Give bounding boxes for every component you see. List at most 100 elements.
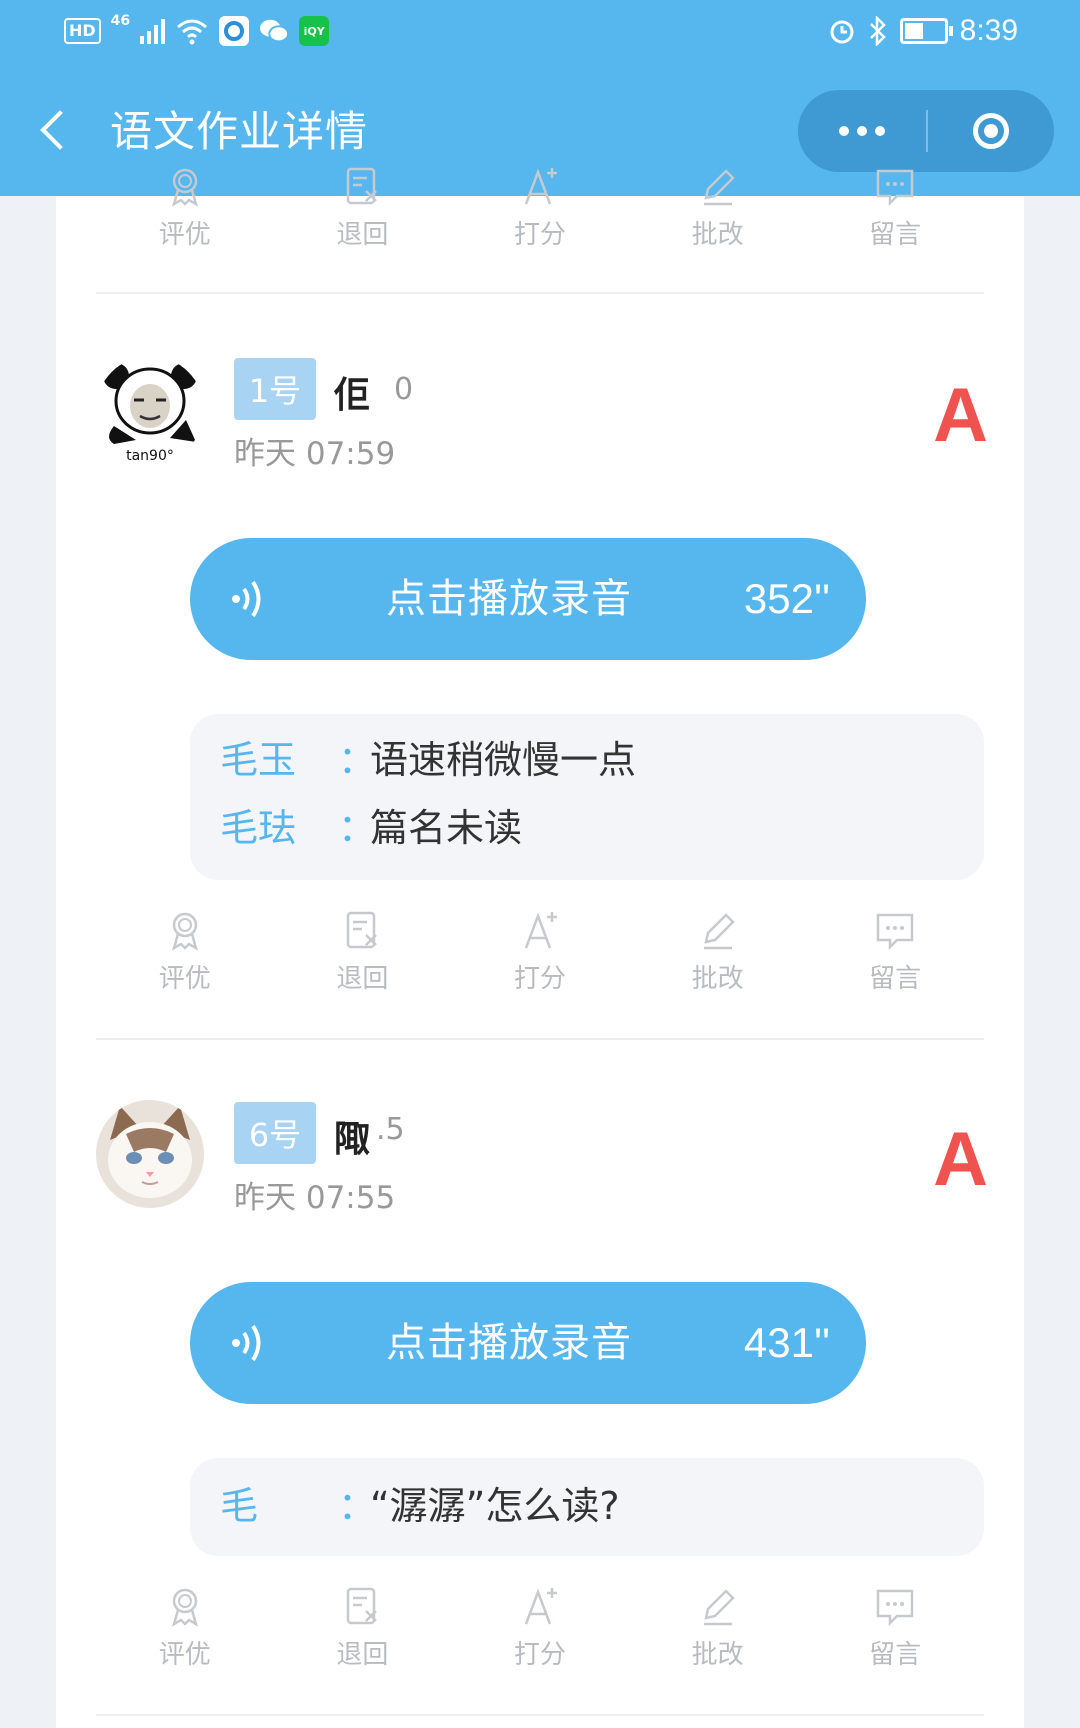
svg-text:tan90°: tan90° xyxy=(126,448,174,464)
score-button[interactable]: 打分 xyxy=(451,164,629,284)
status-bar: HD 46 iQY 8:39 xyxy=(0,0,1080,72)
return-button[interactable]: 退回 xyxy=(274,164,452,284)
comment-button[interactable]: 留言 xyxy=(806,908,984,1028)
score-button[interactable]: 打分 xyxy=(451,908,629,1028)
correct-button[interactable]: 批改 xyxy=(629,164,807,284)
evaluate-button[interactable]: 评优 xyxy=(96,908,274,1028)
score-label: 打分 xyxy=(513,220,566,250)
pencil-icon xyxy=(703,913,735,950)
browser-app-icon xyxy=(219,16,250,46)
hd-indicator: HD xyxy=(64,18,101,44)
alarm-icon xyxy=(830,20,854,44)
sound-wave-icon xyxy=(232,1324,261,1362)
return-doc-icon xyxy=(347,1587,378,1625)
student-name: 佢 xyxy=(334,375,371,416)
section-divider xyxy=(96,1714,984,1716)
score-label: 打分 xyxy=(513,964,566,994)
comment-text: 篇名未读 xyxy=(370,806,523,850)
return-label: 退回 xyxy=(336,964,389,994)
award-icon xyxy=(171,1588,198,1627)
grade-mark: A xyxy=(933,1117,988,1202)
cat-avatar-icon xyxy=(96,1100,204,1208)
return-label: 退回 xyxy=(336,220,389,250)
student-name: 陬 xyxy=(334,1119,371,1160)
score-label: 打分 xyxy=(513,1640,566,1670)
pencil-icon xyxy=(703,169,735,206)
correct-label: 批改 xyxy=(691,1640,744,1670)
wechat-icon xyxy=(259,16,290,46)
panda-avatar-icon: tan90° xyxy=(96,356,204,464)
miniprogram-capsule xyxy=(798,90,1054,172)
correct-label: 批改 xyxy=(691,964,744,994)
network-type: 46 xyxy=(110,13,131,29)
award-icon xyxy=(171,912,198,951)
evaluate-label: 评优 xyxy=(158,964,211,994)
avatar[interactable]: tan90° xyxy=(96,356,204,464)
action-row: 评优 退回 打分 批改 留言 xyxy=(96,908,984,1028)
grade-mark: A xyxy=(933,373,988,458)
grade-a-plus-icon xyxy=(524,912,557,949)
comment-colon: ： xyxy=(338,1484,377,1528)
comment-colon: ： xyxy=(338,806,377,850)
return-button[interactable]: 退回 xyxy=(274,908,452,1028)
return-label: 退回 xyxy=(336,1640,389,1670)
grade-a-plus-icon xyxy=(524,168,557,205)
comment-item: 毛 ：“潺潺”怎么读? xyxy=(220,1476,620,1536)
comment-label: 留言 xyxy=(869,1640,922,1670)
recording-duration: 431'' xyxy=(743,1319,830,1366)
evaluate-label: 评优 xyxy=(158,1640,211,1670)
more-menu-button[interactable] xyxy=(798,90,926,172)
submit-time: 昨天 07:59 xyxy=(234,436,396,472)
message-icon xyxy=(876,913,914,951)
submit-time: 昨天 07:55 xyxy=(234,1180,396,1216)
recording-duration: 352'' xyxy=(743,575,830,622)
score-button[interactable]: 打分 xyxy=(451,1584,629,1704)
homework-card: 评优 退回 打分 批改 留言 tan90° 1号 佢 0 昨天 07:59 A … xyxy=(56,167,1024,1728)
message-icon xyxy=(876,169,914,207)
grade-a-plus-icon xyxy=(524,1588,557,1625)
award-icon xyxy=(171,168,198,207)
play-recording-button[interactable]: 点击播放录音 431'' xyxy=(190,1282,866,1404)
back-button[interactable] xyxy=(30,100,80,160)
play-label: 点击播放录音 xyxy=(386,576,632,622)
student-number-badge: 6号 xyxy=(234,1102,316,1164)
student-number-badge: 1号 xyxy=(234,358,316,420)
correct-button[interactable]: 批改 xyxy=(629,1584,807,1704)
comment-colon: ： xyxy=(338,738,377,782)
play-recording-button[interactable]: 点击播放录音 352'' xyxy=(190,538,866,660)
comment-text: 语速稍微慢一点 xyxy=(370,738,637,782)
bluetooth-icon xyxy=(869,16,886,46)
page-title: 语文作业详情 xyxy=(110,107,369,156)
score-fragment: 0 xyxy=(394,372,414,407)
teacher-comments: 毛 ：“潺潺”怎么读? xyxy=(190,1458,984,1556)
more-dots-icon xyxy=(839,126,849,136)
chevron-left-icon xyxy=(40,110,80,150)
return-doc-icon xyxy=(347,167,378,205)
signal-icon xyxy=(140,18,166,44)
message-icon xyxy=(876,1589,914,1627)
correct-button[interactable]: 批改 xyxy=(629,908,807,1028)
comment-button[interactable]: 留言 xyxy=(806,1584,984,1704)
wifi-icon xyxy=(177,19,208,45)
sound-wave-icon xyxy=(232,580,261,618)
action-row: 评优 退回 打分 批改 留言 xyxy=(96,1584,984,1704)
comment-button[interactable]: 留言 xyxy=(806,164,984,284)
comment-label: 留言 xyxy=(869,964,922,994)
play-label: 点击播放录音 xyxy=(386,1320,632,1366)
clock-time: 8:39 xyxy=(959,14,1018,47)
return-button[interactable]: 退回 xyxy=(274,1584,452,1704)
evaluate-button[interactable]: 评优 xyxy=(96,164,274,284)
section-divider xyxy=(96,292,984,294)
evaluate-label: 评优 xyxy=(158,220,211,250)
evaluate-button[interactable]: 评优 xyxy=(96,1584,274,1704)
teacher-comments: 毛玉 ：语速稍微慢一点 毛珐 ：篇名未读 xyxy=(190,714,984,880)
iqiyi-icon: iQY xyxy=(299,16,330,46)
avatar[interactable] xyxy=(96,1100,204,1208)
comment-item: 毛珐 ：篇名未读 xyxy=(220,798,522,858)
pencil-icon xyxy=(703,1589,735,1626)
comment-author: 毛珐 xyxy=(220,806,297,850)
section-divider xyxy=(96,1038,984,1040)
close-miniprogram-button[interactable] xyxy=(928,90,1054,172)
return-doc-icon xyxy=(347,911,378,949)
score-fragment: .5 xyxy=(376,1112,405,1147)
